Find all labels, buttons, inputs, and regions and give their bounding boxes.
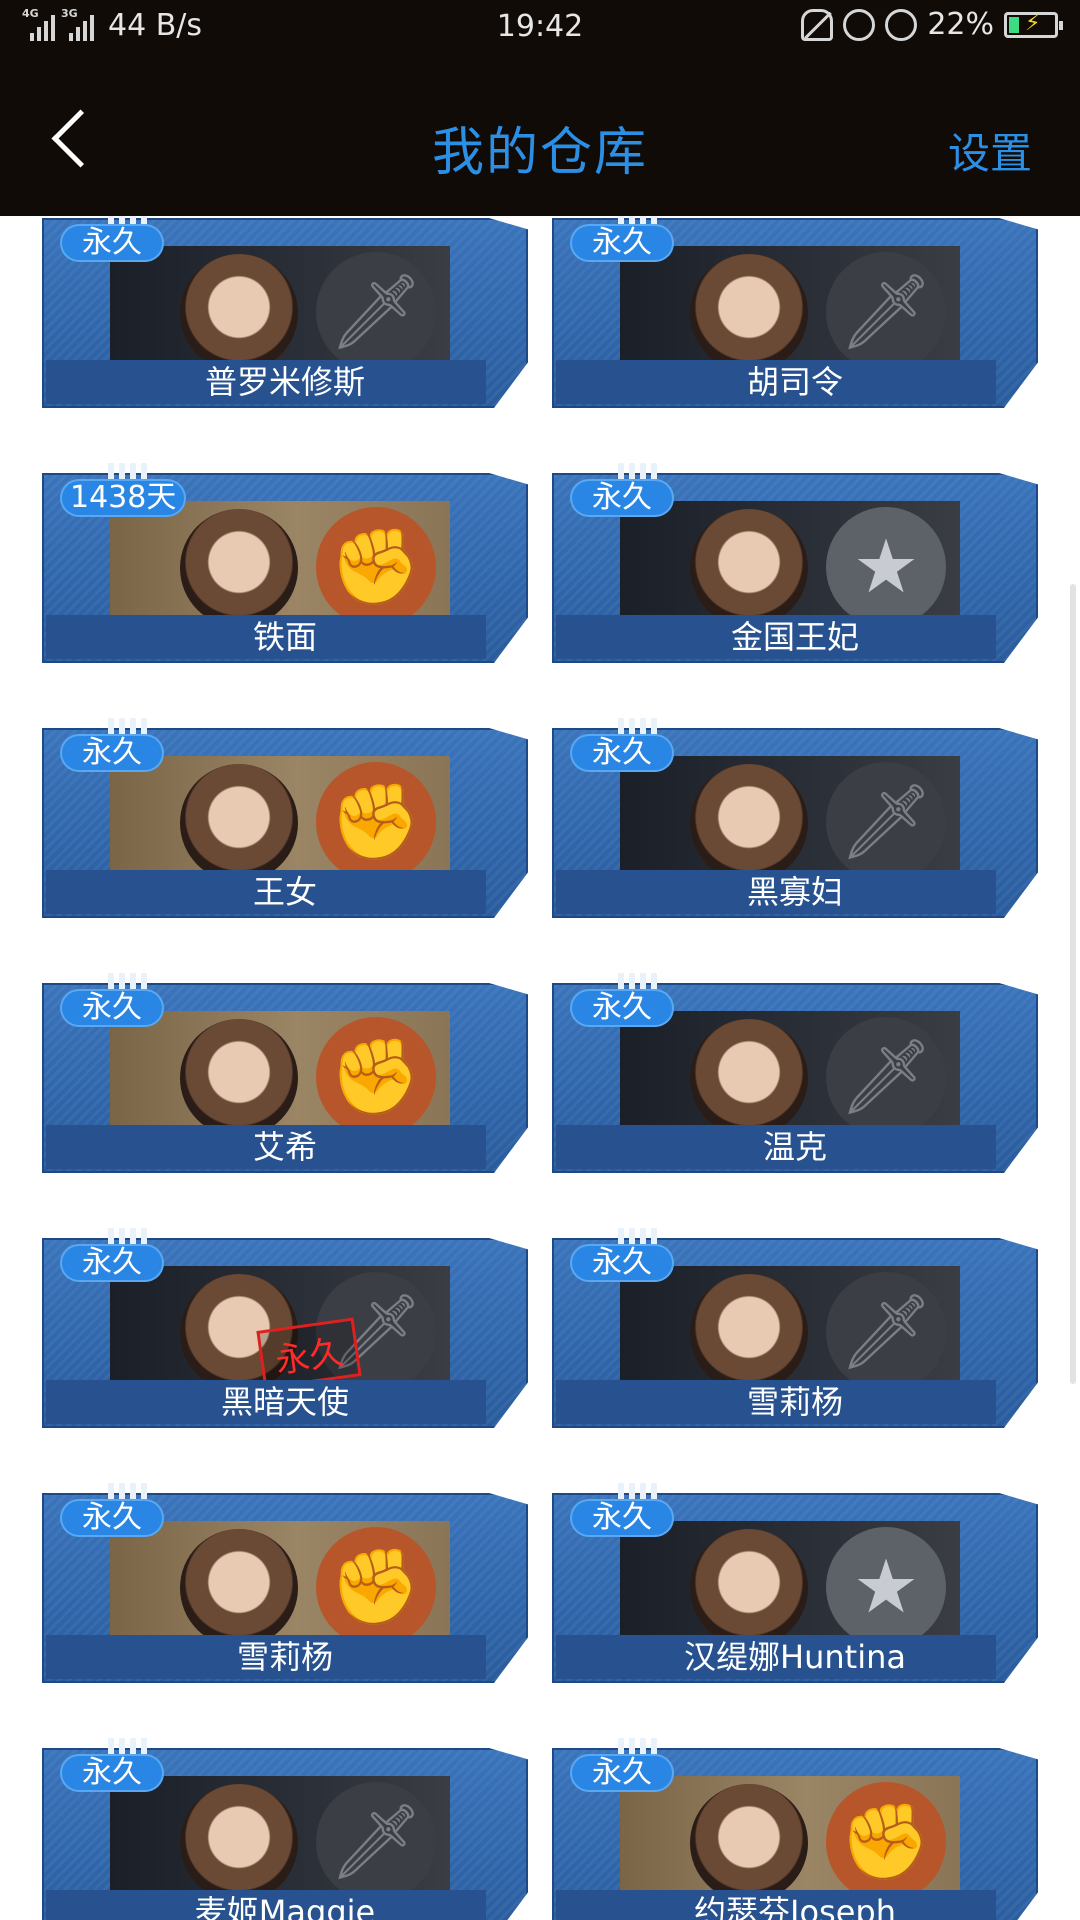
duration-badge: 永久 bbox=[60, 989, 164, 1027]
character-face bbox=[690, 509, 808, 621]
character-card[interactable]: 🗡 永久 永久黑暗天使 bbox=[42, 1228, 528, 1428]
character-face bbox=[690, 1784, 808, 1896]
character-card[interactable]: 🗡 永久黑寡妇 bbox=[552, 718, 1038, 918]
character-card[interactable]: ✊ 永久艾希 bbox=[42, 973, 528, 1173]
character-portrait: ✊ bbox=[110, 1011, 450, 1131]
duration-badge: 永久 bbox=[570, 989, 674, 1027]
page-title: 我的仓库 bbox=[431, 123, 648, 183]
character-face bbox=[690, 764, 808, 876]
character-face bbox=[180, 509, 298, 621]
duration-badge: 永久 bbox=[60, 1754, 164, 1792]
battery-fill bbox=[1009, 16, 1019, 33]
character-face bbox=[180, 1784, 298, 1896]
character-card[interactable]: 🗡 永久普罗米修斯 bbox=[42, 216, 528, 408]
warehouse-grid[interactable]: 🗡 永久 普罗米修斯 🗡 永久 胡司令 ✊ 1438天 铁面 ★ 永久 金国王妃 ✊ 永久 王女 🗡 永久 黑寡妇… bbox=[0, 216, 1080, 1920]
character-name: 温克 bbox=[762, 1128, 827, 1166]
character-name: 艾希 bbox=[252, 1128, 317, 1166]
sword-emblem-icon: 🗡 bbox=[316, 252, 436, 366]
character-portrait: 🗡 bbox=[620, 756, 960, 876]
character-portrait: ✊ bbox=[110, 501, 450, 621]
character-portrait: 🗡 永久 bbox=[110, 1266, 450, 1386]
character-name: 铁面 bbox=[252, 618, 317, 656]
star-emblem-icon: ★ bbox=[826, 507, 946, 621]
character-portrait: 🗡 bbox=[620, 246, 960, 366]
character-name: 王女 bbox=[252, 873, 317, 911]
scrollbar[interactable] bbox=[1070, 584, 1076, 1384]
settings-button[interactable]: 设置 bbox=[948, 120, 1032, 181]
character-portrait: 🗡 bbox=[110, 1776, 450, 1896]
character-portrait: ✊ bbox=[110, 756, 450, 876]
duration-badge: 永久 bbox=[570, 734, 674, 772]
character-name: 黑暗天使 bbox=[220, 1383, 349, 1421]
fist-emblem-icon: ✊ bbox=[316, 507, 436, 621]
charging-bolt-icon: ⚡ bbox=[1025, 10, 1041, 36]
alarm-icon bbox=[885, 8, 918, 41]
status-bar: 4G 3G 44 B/s 19:42 22% ⚡ bbox=[0, 0, 1080, 56]
mute-icon bbox=[801, 8, 834, 41]
character-portrait: 🗡 bbox=[110, 246, 450, 366]
character-portrait: 🗡 bbox=[620, 1266, 960, 1386]
duration-badge: 1438天 bbox=[60, 479, 187, 517]
character-card[interactable]: ✊ 1438天铁面 bbox=[42, 463, 528, 663]
duration-badge: 永久 bbox=[570, 479, 674, 517]
character-portrait: ★ bbox=[620, 501, 960, 621]
battery-charging-icon: ⚡ bbox=[1004, 10, 1063, 38]
character-face bbox=[690, 1529, 808, 1641]
character-name: 约瑟芬Joseph bbox=[694, 1893, 896, 1920]
character-portrait: 🗡 bbox=[620, 1011, 960, 1131]
character-name: 金国王妃 bbox=[730, 618, 859, 656]
character-name: 汉缇娜Huntina bbox=[684, 1638, 906, 1676]
star-emblem-icon: ★ bbox=[826, 1527, 946, 1641]
fist-emblem-icon: ✊ bbox=[316, 762, 436, 876]
duration-badge: 永久 bbox=[570, 1499, 674, 1537]
duration-badge: 永久 bbox=[570, 224, 674, 262]
duration-badge: 永久 bbox=[570, 1754, 674, 1792]
character-card[interactable]: 🗡 永久胡司令 bbox=[552, 216, 1038, 408]
status-right: 22% ⚡ bbox=[801, 7, 1063, 42]
character-name: 雪莉杨 bbox=[236, 1638, 333, 1676]
character-card[interactable]: ★ 永久金国王妃 bbox=[552, 463, 1038, 663]
character-name: 黑寡妇 bbox=[746, 873, 843, 911]
character-name: 普罗米修斯 bbox=[204, 363, 365, 401]
duration-badge: 永久 bbox=[60, 734, 164, 772]
character-face bbox=[180, 1019, 298, 1131]
sword-emblem-icon: 🗡 bbox=[316, 1782, 436, 1896]
character-name: 雪莉杨 bbox=[746, 1383, 843, 1421]
sword-emblem-icon: 🗡 bbox=[826, 762, 946, 876]
duration-badge: 永久 bbox=[60, 1499, 164, 1537]
character-face bbox=[180, 764, 298, 876]
sword-emblem-icon: 🗡 bbox=[826, 1272, 946, 1386]
character-card[interactable]: ★ 永久汉缇娜Huntina bbox=[552, 1483, 1038, 1683]
fist-emblem-icon: ✊ bbox=[316, 1017, 436, 1131]
character-portrait: ★ bbox=[620, 1521, 960, 1641]
character-face bbox=[180, 1529, 298, 1641]
character-card[interactable]: 🗡 永久麦姬Maggie bbox=[42, 1738, 528, 1920]
battery-percent: 22% bbox=[927, 7, 994, 42]
sword-emblem-icon: 🗡 bbox=[826, 252, 946, 366]
character-face bbox=[690, 254, 808, 366]
character-card[interactable]: 🗡 永久温克 bbox=[552, 973, 1038, 1173]
character-card[interactable]: ✊ 永久王女 bbox=[42, 718, 528, 918]
character-card[interactable]: ✊ 永久雪莉杨 bbox=[42, 1483, 528, 1683]
character-name: 胡司令 bbox=[746, 363, 843, 401]
character-card[interactable]: ✊ 永久约瑟芬Joseph bbox=[552, 1738, 1038, 1920]
duration-badge: 永久 bbox=[570, 1244, 674, 1282]
character-face bbox=[690, 1274, 808, 1386]
duration-badge: 永久 bbox=[60, 1244, 164, 1282]
character-face bbox=[690, 1019, 808, 1131]
character-portrait: ✊ bbox=[620, 1776, 960, 1896]
character-face bbox=[180, 254, 298, 366]
character-card[interactable]: 🗡 永久雪莉杨 bbox=[552, 1228, 1038, 1428]
sword-emblem-icon: 🗡 bbox=[826, 1017, 946, 1131]
duration-badge: 永久 bbox=[60, 224, 164, 262]
character-portrait: ✊ bbox=[110, 1521, 450, 1641]
character-name: 麦姬Maggie bbox=[194, 1893, 376, 1920]
app-header: 我的仓库 设置 bbox=[0, 56, 1080, 216]
rotation-lock-icon bbox=[843, 8, 876, 41]
fist-emblem-icon: ✊ bbox=[316, 1527, 436, 1641]
fist-emblem-icon: ✊ bbox=[826, 1782, 946, 1896]
